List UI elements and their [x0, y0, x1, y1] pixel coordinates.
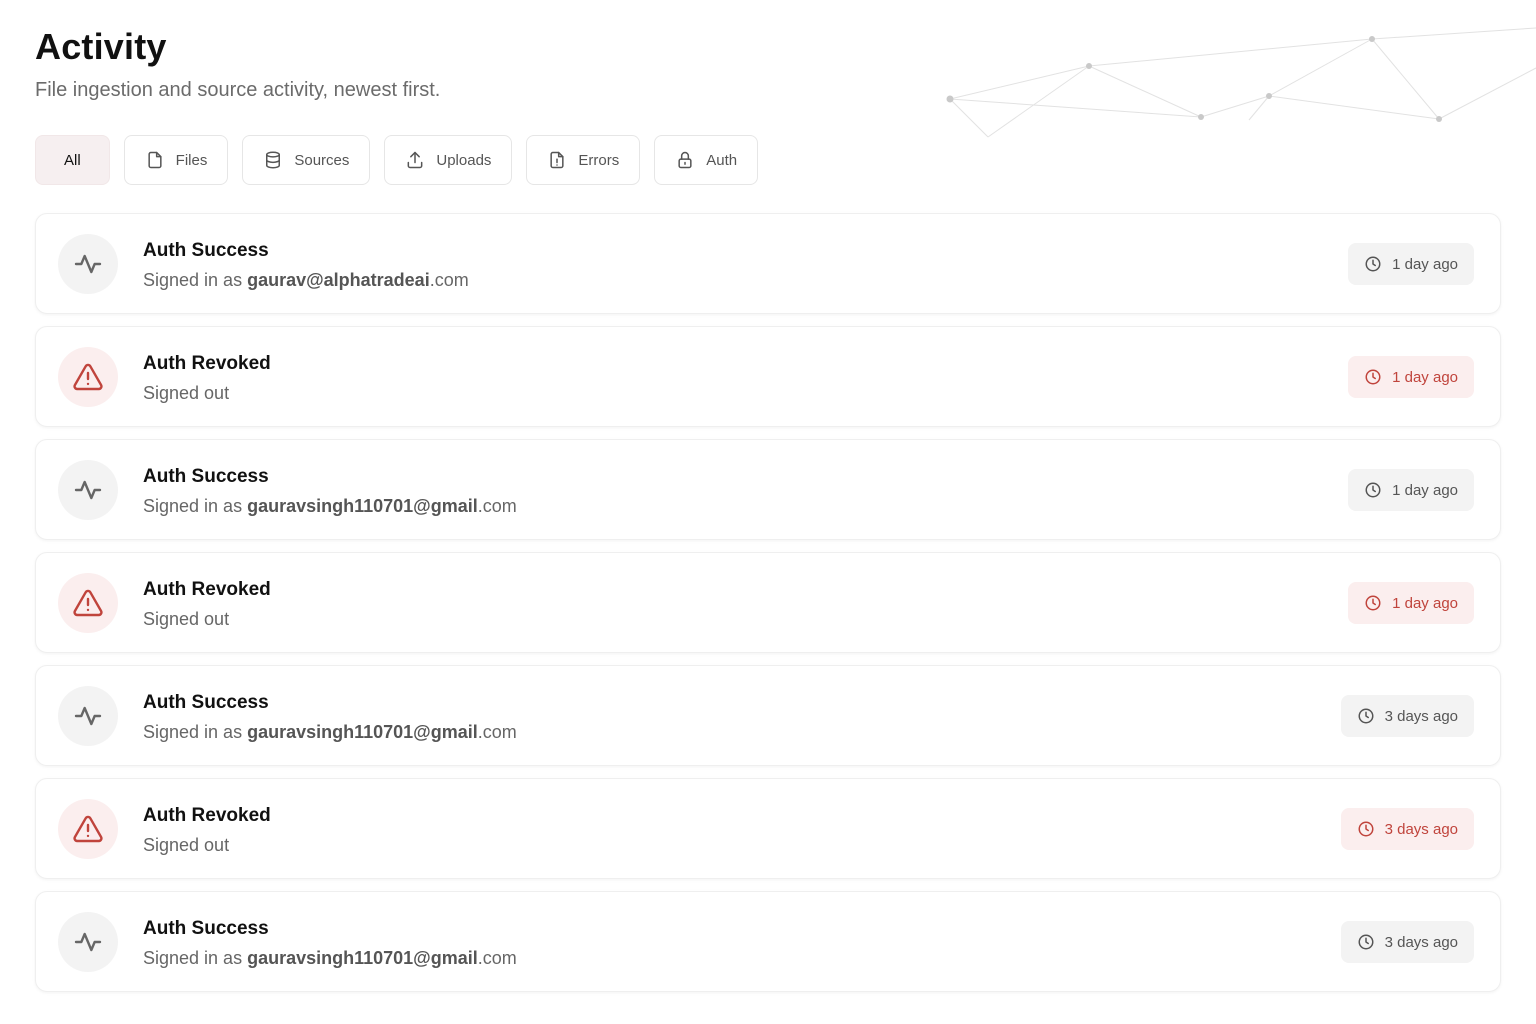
file-alert-icon [550, 151, 565, 169]
event-detail-prefix: Signed in as [143, 496, 243, 516]
activity-icon [74, 932, 102, 952]
clock-icon [1365, 482, 1381, 498]
time-label: 3 days ago [1384, 707, 1458, 725]
clock-icon [1365, 369, 1381, 385]
filter-sources[interactable]: Sources [242, 135, 371, 185]
clock-icon [1358, 821, 1374, 837]
time-badge: 1 day ago [1348, 356, 1474, 398]
time-badge: 3 days ago [1340, 921, 1474, 963]
time-badge: 3 days ago [1340, 695, 1474, 737]
activity-row[interactable]: Auth Success Signed in as gauravsingh1107… [35, 891, 1501, 992]
event-user: gaurav@alphatradeai [247, 270, 430, 290]
event-user: gauravsingh110701@gmail [247, 722, 478, 742]
event-title: Auth Revoked [143, 805, 271, 826]
event-detail: Signed in as gauravsingh110701@gmail.com [143, 496, 517, 517]
activity-row[interactable]: Auth Revoked Signed out 1 day ago [35, 552, 1501, 653]
event-detail-prefix: Signed in as [143, 948, 243, 968]
page-title: Activity [35, 26, 167, 67]
filter-uploads[interactable]: Uploads [384, 135, 513, 185]
upload-icon [407, 151, 423, 169]
event-user-suffix: .com [429, 270, 469, 290]
event-title: Auth Success [143, 692, 269, 713]
time-label: 1 day ago [1392, 481, 1458, 499]
filter-label: Uploads [436, 151, 492, 169]
time-badge: 1 day ago [1348, 243, 1474, 285]
event-detail: Signed out [143, 835, 229, 856]
event-icon-wrap [58, 234, 118, 294]
event-detail-prefix: Signed in as [143, 270, 243, 290]
event-detail: Signed out [143, 609, 229, 630]
filter-bar: All Files Sources Uploads Errors Auth [35, 135, 759, 185]
event-detail-prefix: Signed out [143, 609, 230, 629]
event-user: gauravsingh110701@gmail [247, 496, 478, 516]
event-detail: Signed in as gauravsingh110701@gmail.com [143, 948, 517, 969]
activity-icon [74, 254, 102, 274]
activity-row[interactable]: Auth Revoked Signed out 3 days ago [35, 778, 1501, 879]
event-detail-prefix: Signed in as [143, 722, 243, 742]
time-label: 1 day ago [1392, 368, 1458, 386]
activity-row[interactable]: Auth Success Signed in as gauravsingh1107… [35, 665, 1501, 766]
activity-row[interactable]: Auth Revoked Signed out 1 day ago [35, 326, 1501, 427]
filter-label: All [64, 151, 81, 169]
time-label: 1 day ago [1392, 255, 1458, 273]
event-detail-prefix: Signed out [143, 383, 230, 403]
event-icon-wrap [58, 573, 118, 633]
filter-all[interactable]: All [35, 135, 110, 185]
event-title: Auth Success [143, 240, 269, 261]
activity-row[interactable]: Auth Success Signed in as gauravsingh1107… [35, 439, 1501, 540]
event-title: Auth Revoked [143, 579, 271, 600]
filter-errors[interactable]: Errors [526, 135, 641, 185]
time-label: 3 days ago [1384, 820, 1458, 838]
event-detail-prefix: Signed out [143, 835, 230, 855]
event-user-suffix: .com [477, 948, 517, 968]
event-detail: Signed out [143, 383, 229, 404]
file-icon [148, 151, 162, 169]
activity-row[interactable]: Auth Success Signed in as gaurav@alphatra… [35, 213, 1501, 314]
filter-label: Errors [578, 151, 620, 169]
event-user-suffix: .com [477, 496, 517, 516]
event-icon-wrap [58, 347, 118, 407]
event-title: Auth Revoked [143, 353, 271, 374]
clock-icon [1358, 708, 1374, 724]
warning-triangle-icon [73, 589, 103, 617]
event-icon-wrap [58, 686, 118, 746]
event-icon-wrap [58, 799, 118, 859]
page-subtitle: File ingestion and source activity, newe… [35, 79, 441, 101]
filter-files[interactable]: Files [123, 135, 229, 185]
time-badge: 1 day ago [1348, 582, 1474, 624]
filter-auth[interactable]: Auth [654, 135, 759, 185]
time-badge: 3 days ago [1340, 808, 1474, 850]
filter-label: Files [175, 151, 208, 169]
warning-triangle-icon [73, 363, 103, 391]
event-user: gauravsingh110701@gmail [247, 948, 478, 968]
filter-label: Sources [294, 151, 350, 169]
event-title: Auth Success [143, 466, 269, 487]
time-label: 1 day ago [1392, 594, 1458, 612]
event-detail: Signed in as gauravsingh110701@gmail.com [143, 722, 517, 743]
database-icon [266, 151, 281, 169]
filter-label: Auth [706, 151, 738, 169]
event-icon-wrap [58, 460, 118, 520]
time-label: 3 days ago [1384, 933, 1458, 951]
warning-triangle-icon [73, 815, 103, 843]
clock-icon [1365, 256, 1381, 272]
activity-icon [74, 706, 102, 726]
event-user-suffix: .com [477, 722, 517, 742]
activity-list: Auth Success Signed in as gaurav@alphatra… [35, 213, 1501, 992]
event-title: Auth Success [143, 918, 269, 939]
network-decoration [946, 27, 1536, 138]
lock-icon [678, 151, 692, 169]
clock-icon [1365, 595, 1381, 611]
event-icon-wrap [58, 912, 118, 972]
time-badge: 1 day ago [1348, 469, 1474, 511]
clock-icon [1358, 934, 1374, 950]
activity-icon [74, 480, 102, 500]
event-detail: Signed in as gaurav@alphatradeai.com [143, 270, 469, 291]
